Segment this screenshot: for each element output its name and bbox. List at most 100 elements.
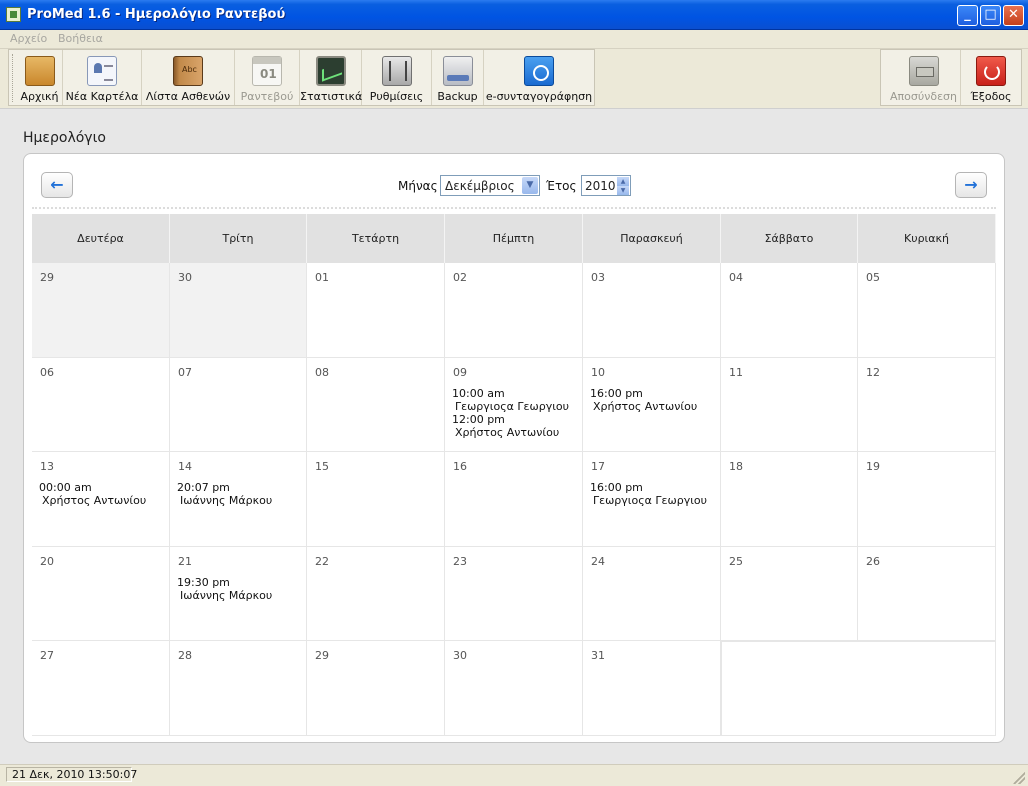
appointment-patient[interactable]: Ιωάννης Μάρκου	[177, 589, 272, 602]
settings-button[interactable]: Ρυθμίσεις	[362, 50, 432, 105]
day-cell[interactable]: 07	[170, 357, 307, 452]
day-cell[interactable]: 16	[445, 452, 583, 547]
appointment-patient[interactable]: Χρήστος Αντωνίου	[39, 494, 146, 507]
day-cell[interactable]: 21 19:30 pm Ιωάννης Μάρκου	[170, 546, 307, 641]
empty-cell-block	[721, 641, 996, 736]
day-cell[interactable]: 25	[721, 546, 858, 641]
appointment-patient[interactable]: Γεωργιοςα Γεωργιου	[590, 494, 707, 507]
prev-month-button[interactable]: ←	[41, 172, 73, 198]
appointment-time[interactable]: 00:00 am	[39, 481, 146, 494]
e-prescription-button-label: e-συνταγογράφηση	[485, 90, 593, 103]
menu-file[interactable]: Αρχείο	[10, 32, 47, 45]
appointment-time[interactable]: 16:00 pm	[590, 387, 697, 400]
resize-grip-icon[interactable]	[1013, 772, 1025, 784]
appointment-time[interactable]: 16:00 pm	[590, 481, 707, 494]
day-cell[interactable]: 02	[445, 263, 583, 358]
maximize-button[interactable]: □	[980, 5, 1001, 26]
appointments-button-label: Ραντεβού	[240, 90, 294, 103]
appointment-time[interactable]: 19:30 pm	[177, 576, 272, 589]
day-cell[interactable]: 13 00:00 am Χρήστος Αντωνίου	[32, 452, 170, 547]
weekday-header: Σάββατο	[721, 214, 858, 263]
day-cell[interactable]: 06	[32, 357, 170, 452]
day-number: 29	[315, 649, 329, 662]
patient-list-button[interactable]: Λίστα Ασθενών	[142, 50, 235, 105]
day-number: 08	[315, 365, 329, 379]
logout-icon	[908, 56, 939, 86]
day-cell[interactable]: 11	[721, 357, 858, 452]
main-area: Ημερολόγιο ← → Μήνας Δεκέμβριος ▼ Έτος 2…	[0, 108, 1028, 765]
month-label: Μήνας	[398, 179, 438, 193]
day-cell[interactable]: 27	[32, 641, 170, 736]
spin-down-icon[interactable]: ▼	[617, 186, 629, 195]
day-cell[interactable]: 08	[307, 357, 445, 452]
day-cell[interactable]: 22	[307, 546, 445, 641]
day-number: 27	[40, 649, 54, 662]
e-prescription-button[interactable]: e-συνταγογράφηση	[484, 50, 594, 105]
appointments-button[interactable]: Ραντεβού	[235, 50, 300, 105]
toolbar-grip[interactable]	[12, 54, 16, 102]
weekday-header: Παρασκευή	[583, 214, 721, 263]
title-bar[interactable]: ProMed 1.6 - Ημερολόγιο Ραντεβού _ □ ✕	[0, 0, 1028, 30]
day-number: 15	[315, 460, 329, 473]
menu-help[interactable]: Βοήθεια	[58, 32, 103, 45]
day-cell[interactable]: 17 16:00 pm Γεωργιοςα Γεωργιου	[583, 452, 721, 547]
day-cell[interactable]: 15	[307, 452, 445, 547]
calendar-icon	[252, 56, 282, 86]
spin-up-icon[interactable]: ▲	[617, 177, 629, 186]
day-cell[interactable]: 01	[307, 263, 445, 358]
day-cell[interactable]: 30	[445, 641, 583, 736]
minimize-button[interactable]: _	[957, 5, 978, 26]
day-cell[interactable]: 05	[858, 263, 996, 358]
day-cell[interactable]: 29	[32, 263, 170, 358]
status-datetime: 21 Δεκ, 2010 13:50:07	[12, 768, 138, 781]
day-cell[interactable]: 19	[858, 452, 996, 547]
day-cell[interactable]: 04	[721, 263, 858, 358]
appointment-list: 10:00 am Γεωργιοςα Γεωργιου 12:00 pm Χρήστο…	[452, 387, 569, 439]
day-cell[interactable]: 30	[170, 263, 307, 358]
year-spinner-value: 2010	[585, 179, 616, 193]
next-month-button[interactable]: →	[955, 172, 987, 198]
appointment-patient[interactable]: Χρήστος Αντωνίου	[590, 400, 697, 413]
weekday-header: Πέμπτη	[445, 214, 583, 263]
statistics-button[interactable]: Στατιστικά	[300, 50, 362, 105]
day-cell[interactable]: 26	[858, 546, 996, 641]
new-card-button-label: Νέα Καρτέλα	[65, 90, 139, 103]
arrow-left-icon: ←	[50, 175, 64, 194]
day-cell[interactable]: 10 16:00 pm Χρήστος Αντωνίου	[583, 357, 721, 452]
appointment-time[interactable]: 20:07 pm	[177, 481, 272, 494]
new-card-button[interactable]: Νέα Καρτέλα	[63, 50, 142, 105]
month-select-value: Δεκέμβριος	[445, 179, 515, 193]
appointment-patient[interactable]: Χρήστος Αντωνίου	[452, 426, 569, 439]
year-spinner[interactable]: 2010 ▲ ▼	[581, 175, 631, 196]
day-cell[interactable]: 20	[32, 546, 170, 641]
day-cell[interactable]: 23	[445, 546, 583, 641]
appointment-patient[interactable]: Ιωάννης Μάρκου	[177, 494, 272, 507]
day-cell[interactable]: 18	[721, 452, 858, 547]
day-cell[interactable]: 29	[307, 641, 445, 736]
day-number: 14	[178, 460, 192, 473]
statistics-button-label: Στατιστικά	[300, 90, 363, 103]
day-number: 18	[729, 460, 743, 473]
day-cell[interactable]: 14 20:07 pm Ιωάννης Μάρκου	[170, 452, 307, 547]
day-cell[interactable]: 31	[583, 641, 721, 736]
day-cell[interactable]: 28	[170, 641, 307, 736]
day-cell[interactable]: 03	[583, 263, 721, 358]
close-button[interactable]: ✕	[1003, 5, 1024, 26]
appointment-time[interactable]: 12:00 pm	[452, 413, 569, 426]
arrow-right-icon: →	[964, 175, 978, 194]
chevron-down-icon[interactable]: ▼	[522, 177, 538, 194]
day-cell[interactable]: 24	[583, 546, 721, 641]
home-button[interactable]: Αρχική	[17, 50, 63, 105]
app-icon[interactable]	[6, 7, 21, 22]
logout-button[interactable]: Αποσύνδεση	[887, 50, 961, 105]
appointment-time[interactable]: 10:00 am	[452, 387, 569, 400]
day-cell[interactable]: 12	[858, 357, 996, 452]
backup-button[interactable]: Backup	[432, 50, 484, 105]
exit-button[interactable]: Έξοδος	[961, 50, 1021, 105]
day-cell[interactable]: 09 10:00 am Γεωργιοςα Γεωργιου 12:00 pm Χρήσ…	[445, 357, 583, 452]
weekday-header: Δευτέρα	[32, 214, 170, 263]
settings-button-label: Ρυθμίσεις	[369, 90, 424, 103]
day-number: 12	[866, 365, 880, 379]
appointment-patient[interactable]: Γεωργιοςα Γεωργιου	[452, 400, 569, 413]
month-select[interactable]: Δεκέμβριος ▼	[440, 175, 540, 196]
